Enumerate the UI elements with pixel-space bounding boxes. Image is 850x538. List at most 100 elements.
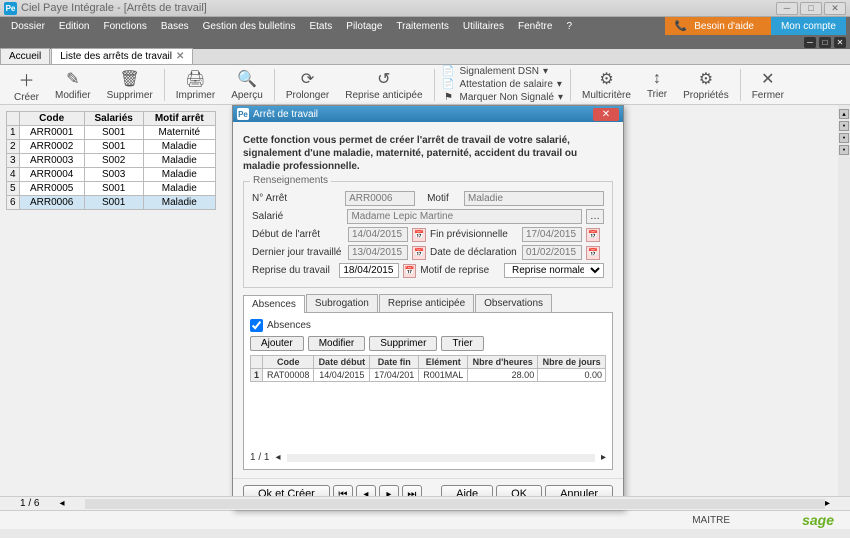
scroll-right-icon[interactable]: ▸ xyxy=(825,498,830,509)
num-arret-field[interactable] xyxy=(345,191,415,206)
calendar-icon[interactable]: 📅 xyxy=(403,264,416,278)
menu-utilitaires[interactable]: Utilitaires xyxy=(456,21,511,32)
fin-field[interactable] xyxy=(522,227,582,242)
gutter-btn[interactable]: ▴ xyxy=(839,109,849,119)
table-row[interactable]: 5ARR0005S001Maladie xyxy=(7,182,216,196)
gutter-btn[interactable]: • xyxy=(839,145,849,155)
declaration-field[interactable] xyxy=(522,245,582,260)
dialog-close-button[interactable]: ✕ xyxy=(593,108,619,121)
calendar-icon[interactable]: 📅 xyxy=(412,246,426,260)
salarie-field[interactable] xyxy=(347,209,582,224)
statusbar: MAITRE sage xyxy=(0,510,850,529)
abs-sort-button[interactable]: Trier xyxy=(441,336,483,351)
dialog-title: Arrêt de travail xyxy=(253,109,318,120)
mdi-close[interactable]: ✕ xyxy=(834,37,846,48)
dialog-intro: Cette fonction vous permet de créer l'ar… xyxy=(243,134,613,173)
menu-fenetre[interactable]: Fenêtre xyxy=(511,21,559,32)
create-button[interactable]: ＋Créer xyxy=(6,65,47,105)
window-maximize[interactable]: □ xyxy=(800,2,822,15)
gutter-btn[interactable]: • xyxy=(839,121,849,131)
menu-pilotage[interactable]: Pilotage xyxy=(339,21,389,32)
toolbar: ＋Créer ✎Modifier 🗑Supprimer 🖨Imprimer 🔍A… xyxy=(0,65,850,105)
printer-icon: 🖨 xyxy=(185,69,205,89)
delete-button[interactable]: 🗑Supprimer xyxy=(99,67,161,103)
dialog-titlebar[interactable]: Pe Arrêt de travail ✕ xyxy=(233,106,623,122)
reprise-field[interactable] xyxy=(339,263,399,278)
menu-bases[interactable]: Bases xyxy=(154,21,196,32)
table-row[interactable]: 6ARR0006S001Maladie xyxy=(7,196,216,210)
debut-field[interactable] xyxy=(348,227,408,242)
menu-traitements[interactable]: Traitements xyxy=(389,21,455,32)
table-row[interactable]: 2ARR0002S001Maladie xyxy=(7,140,216,154)
absences-table[interactable]: CodeDate débutDate finElémentNbre d'heur… xyxy=(250,355,606,382)
early-return-button[interactable]: ↺Reprise anticipée xyxy=(337,67,430,103)
tab-accueil[interactable]: Accueil xyxy=(0,48,50,64)
tab-observations[interactable]: Observations xyxy=(475,294,552,312)
menu-fonctions[interactable]: Fonctions xyxy=(96,21,153,32)
arrets-table[interactable]: CodeSalariésMotif arrêt 1ARR0001S001Mate… xyxy=(6,111,216,210)
table-row[interactable]: 1ARR0001S001Maternité xyxy=(7,126,216,140)
col-salaries[interactable]: Salariés xyxy=(84,112,143,126)
fieldset-renseignements: Renseignements N° Arrêt Motif Salarié … … xyxy=(243,181,613,288)
menu-help[interactable]: ? xyxy=(559,21,579,32)
multicriteria-button[interactable]: ⚙Multicritère xyxy=(574,67,639,103)
tab-reprise-anticipee[interactable]: Reprise anticipée xyxy=(379,294,474,312)
mdi-restore[interactable]: □ xyxy=(819,37,831,48)
scroll-right-icon[interactable]: ▸ xyxy=(601,452,606,463)
window-titlebar: Pe Ciel Paye Intégrale - [Arrêts de trav… xyxy=(0,0,850,17)
motif-reprise-select[interactable]: Reprise normale xyxy=(504,263,604,278)
abs-delete-button[interactable]: Supprimer xyxy=(369,336,437,351)
calendar-icon[interactable]: 📅 xyxy=(586,246,600,260)
absences-checkbox[interactable] xyxy=(250,319,263,332)
menu-dossier[interactable]: Dossier xyxy=(4,21,52,32)
abs-modify-button[interactable]: Modifier xyxy=(308,336,366,351)
extend-button[interactable]: ⟳Prolonger xyxy=(278,67,337,103)
help-button[interactable]: 📞 Besoin d'aide xyxy=(665,17,771,35)
abs-scrollbar[interactable] xyxy=(287,454,595,462)
sort-icon: ↕ xyxy=(653,70,661,88)
properties-button[interactable]: ⚙Propriétés xyxy=(675,67,737,103)
tab-subrogation[interactable]: Subrogation xyxy=(306,294,378,312)
status-user: MAITRE xyxy=(692,515,730,526)
filter-icon: ⚙ xyxy=(599,69,613,89)
calendar-icon[interactable]: 📅 xyxy=(412,228,426,242)
motif-field[interactable] xyxy=(464,191,604,206)
tab-absences[interactable]: Absences xyxy=(243,295,305,313)
scroll-left-icon[interactable]: ◂ xyxy=(59,498,64,509)
abs-add-button[interactable]: Ajouter xyxy=(250,336,304,351)
mdi-minimize[interactable]: ─ xyxy=(804,37,816,48)
plus-icon: ＋ xyxy=(19,67,35,91)
calendar-icon[interactable]: 📅 xyxy=(586,228,600,242)
close-button[interactable]: ✕Fermer xyxy=(744,67,792,103)
table-row[interactable]: 3ARR0003S002Maladie xyxy=(7,154,216,168)
menu-edition[interactable]: Edition xyxy=(52,21,97,32)
right-gutter: ▴ • • • xyxy=(838,105,850,496)
modify-button[interactable]: ✎Modifier xyxy=(47,67,99,103)
tab-close-icon[interactable]: ✕ xyxy=(176,51,184,62)
salarie-lookup-button[interactable]: … xyxy=(586,209,604,224)
tab-arrets[interactable]: Liste des arrêts de travail✕ xyxy=(51,48,193,64)
dsn-button[interactable]: 📄Signalement DSN ▾ xyxy=(438,65,568,78)
menu-gestion[interactable]: Gestion des bulletins xyxy=(196,21,303,32)
gear-icon: ⚙ xyxy=(699,69,713,89)
dernier-field[interactable] xyxy=(348,245,408,260)
print-button[interactable]: 🖨Imprimer xyxy=(168,67,223,103)
account-button[interactable]: Mon compte xyxy=(771,17,846,35)
scroll-left-icon[interactable]: ◂ xyxy=(275,452,280,463)
gutter-btn[interactable]: • xyxy=(839,133,849,143)
sort-button[interactable]: ↕Trier xyxy=(639,68,675,102)
dsn-icon: 📄 xyxy=(442,66,456,77)
dialog-app-icon: Pe xyxy=(237,108,249,120)
col-motif[interactable]: Motif arrêt xyxy=(143,112,215,126)
window-close[interactable]: ✕ xyxy=(824,2,846,15)
mark-button[interactable]: ⚑Marquer Non Signalé ▾ xyxy=(438,91,568,104)
dialog-tabs: Absences Subrogation Reprise anticipée O… xyxy=(243,294,613,313)
table-row[interactable]: 4ARR0004S003Maladie xyxy=(7,168,216,182)
menu-etats[interactable]: Etats xyxy=(302,21,339,32)
col-code[interactable]: Code xyxy=(19,112,84,126)
table-row[interactable]: 1RAT0000814/04/201517/04/201R001MAL28.00… xyxy=(251,369,606,382)
window-minimize[interactable]: ─ xyxy=(776,2,798,15)
attestation-button[interactable]: 📄Attestation de salaire ▾ xyxy=(438,78,568,91)
preview-button[interactable]: 🔍Aperçu xyxy=(223,67,271,103)
main-scrollbar[interactable] xyxy=(85,499,825,509)
